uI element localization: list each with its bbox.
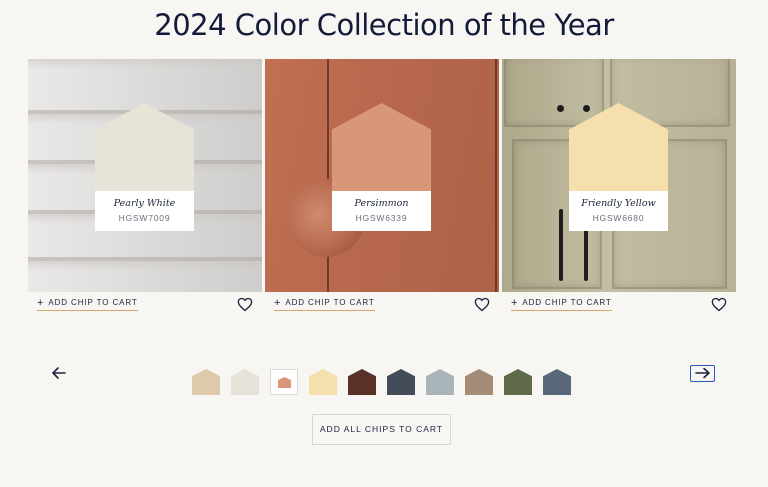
swatch-house-icon (278, 377, 291, 388)
color-swatch[interactable] (270, 369, 298, 395)
color-swatch[interactable] (192, 369, 220, 395)
add-chip-to-cart-button[interactable]: + ADD CHIP TO CART (511, 297, 612, 311)
chip-swatch (332, 103, 431, 191)
add-all-chips-button[interactable]: ADD ALL CHIPS TO CART (312, 414, 451, 445)
color-swatch[interactable] (309, 369, 337, 395)
color-code: HGSW6680 (592, 213, 645, 223)
color-chip[interactable]: Pearly White HGSW7009 (95, 103, 194, 231)
add-chip-label: ADD CHIP TO CART (522, 298, 612, 307)
color-name: Friendly Yellow (581, 198, 656, 209)
add-chip-label: ADD CHIP TO CART (48, 298, 138, 307)
color-swatch[interactable] (348, 369, 376, 395)
arrow-right-icon (694, 367, 710, 379)
plus-icon: + (274, 297, 282, 309)
swatch-house-icon (504, 369, 532, 395)
swatch-house-icon (387, 369, 415, 395)
color-card-persimmon: Persimmon HGSW6339 (265, 59, 499, 292)
color-swatch[interactable] (504, 369, 532, 395)
swatch-house-icon (465, 369, 493, 395)
page-title: 2024 Color Collection of the Year (154, 8, 614, 42)
color-code: HGSW6339 (355, 213, 408, 223)
heart-icon[interactable] (711, 297, 727, 312)
color-card-friendly-yellow: Friendly Yellow HGSW6680 (502, 59, 736, 292)
chip-swatch (95, 103, 194, 191)
color-swatch[interactable] (465, 369, 493, 395)
color-name: Pearly White (113, 198, 176, 209)
chip-label: Persimmon HGSW6339 (332, 191, 431, 231)
color-swatch[interactable] (426, 369, 454, 395)
color-chip[interactable]: Friendly Yellow HGSW6680 (569, 103, 668, 231)
color-swatch[interactable] (231, 369, 259, 395)
add-chip-to-cart-button[interactable]: + ADD CHIP TO CART (274, 297, 375, 311)
next-button[interactable] (690, 365, 715, 382)
swatch-house-icon (348, 369, 376, 395)
swatch-house-icon (543, 369, 571, 395)
color-name: Persimmon (354, 198, 409, 209)
add-chip-label: ADD CHIP TO CART (285, 298, 375, 307)
color-swatch[interactable] (543, 369, 571, 395)
color-swatch[interactable] (387, 369, 415, 395)
plus-icon: + (511, 297, 519, 309)
plus-icon: + (37, 297, 45, 309)
heart-icon[interactable] (237, 297, 253, 312)
swatch-house-icon (231, 369, 259, 395)
chip-label: Pearly White HGSW7009 (95, 191, 194, 231)
color-code: HGSW7009 (118, 213, 171, 223)
arrow-left-icon[interactable] (50, 364, 68, 382)
swatch-house-icon (426, 369, 454, 395)
color-card-pearly-white: Pearly White HGSW7009 (28, 59, 262, 292)
swatch-house-icon (309, 369, 337, 395)
swatch-house-icon (192, 369, 220, 395)
add-chip-to-cart-button[interactable]: + ADD CHIP TO CART (37, 297, 138, 311)
chip-label: Friendly Yellow HGSW6680 (569, 191, 668, 231)
color-chip[interactable]: Persimmon HGSW6339 (332, 103, 431, 231)
chip-swatch (569, 103, 668, 191)
heart-icon[interactable] (474, 297, 490, 312)
